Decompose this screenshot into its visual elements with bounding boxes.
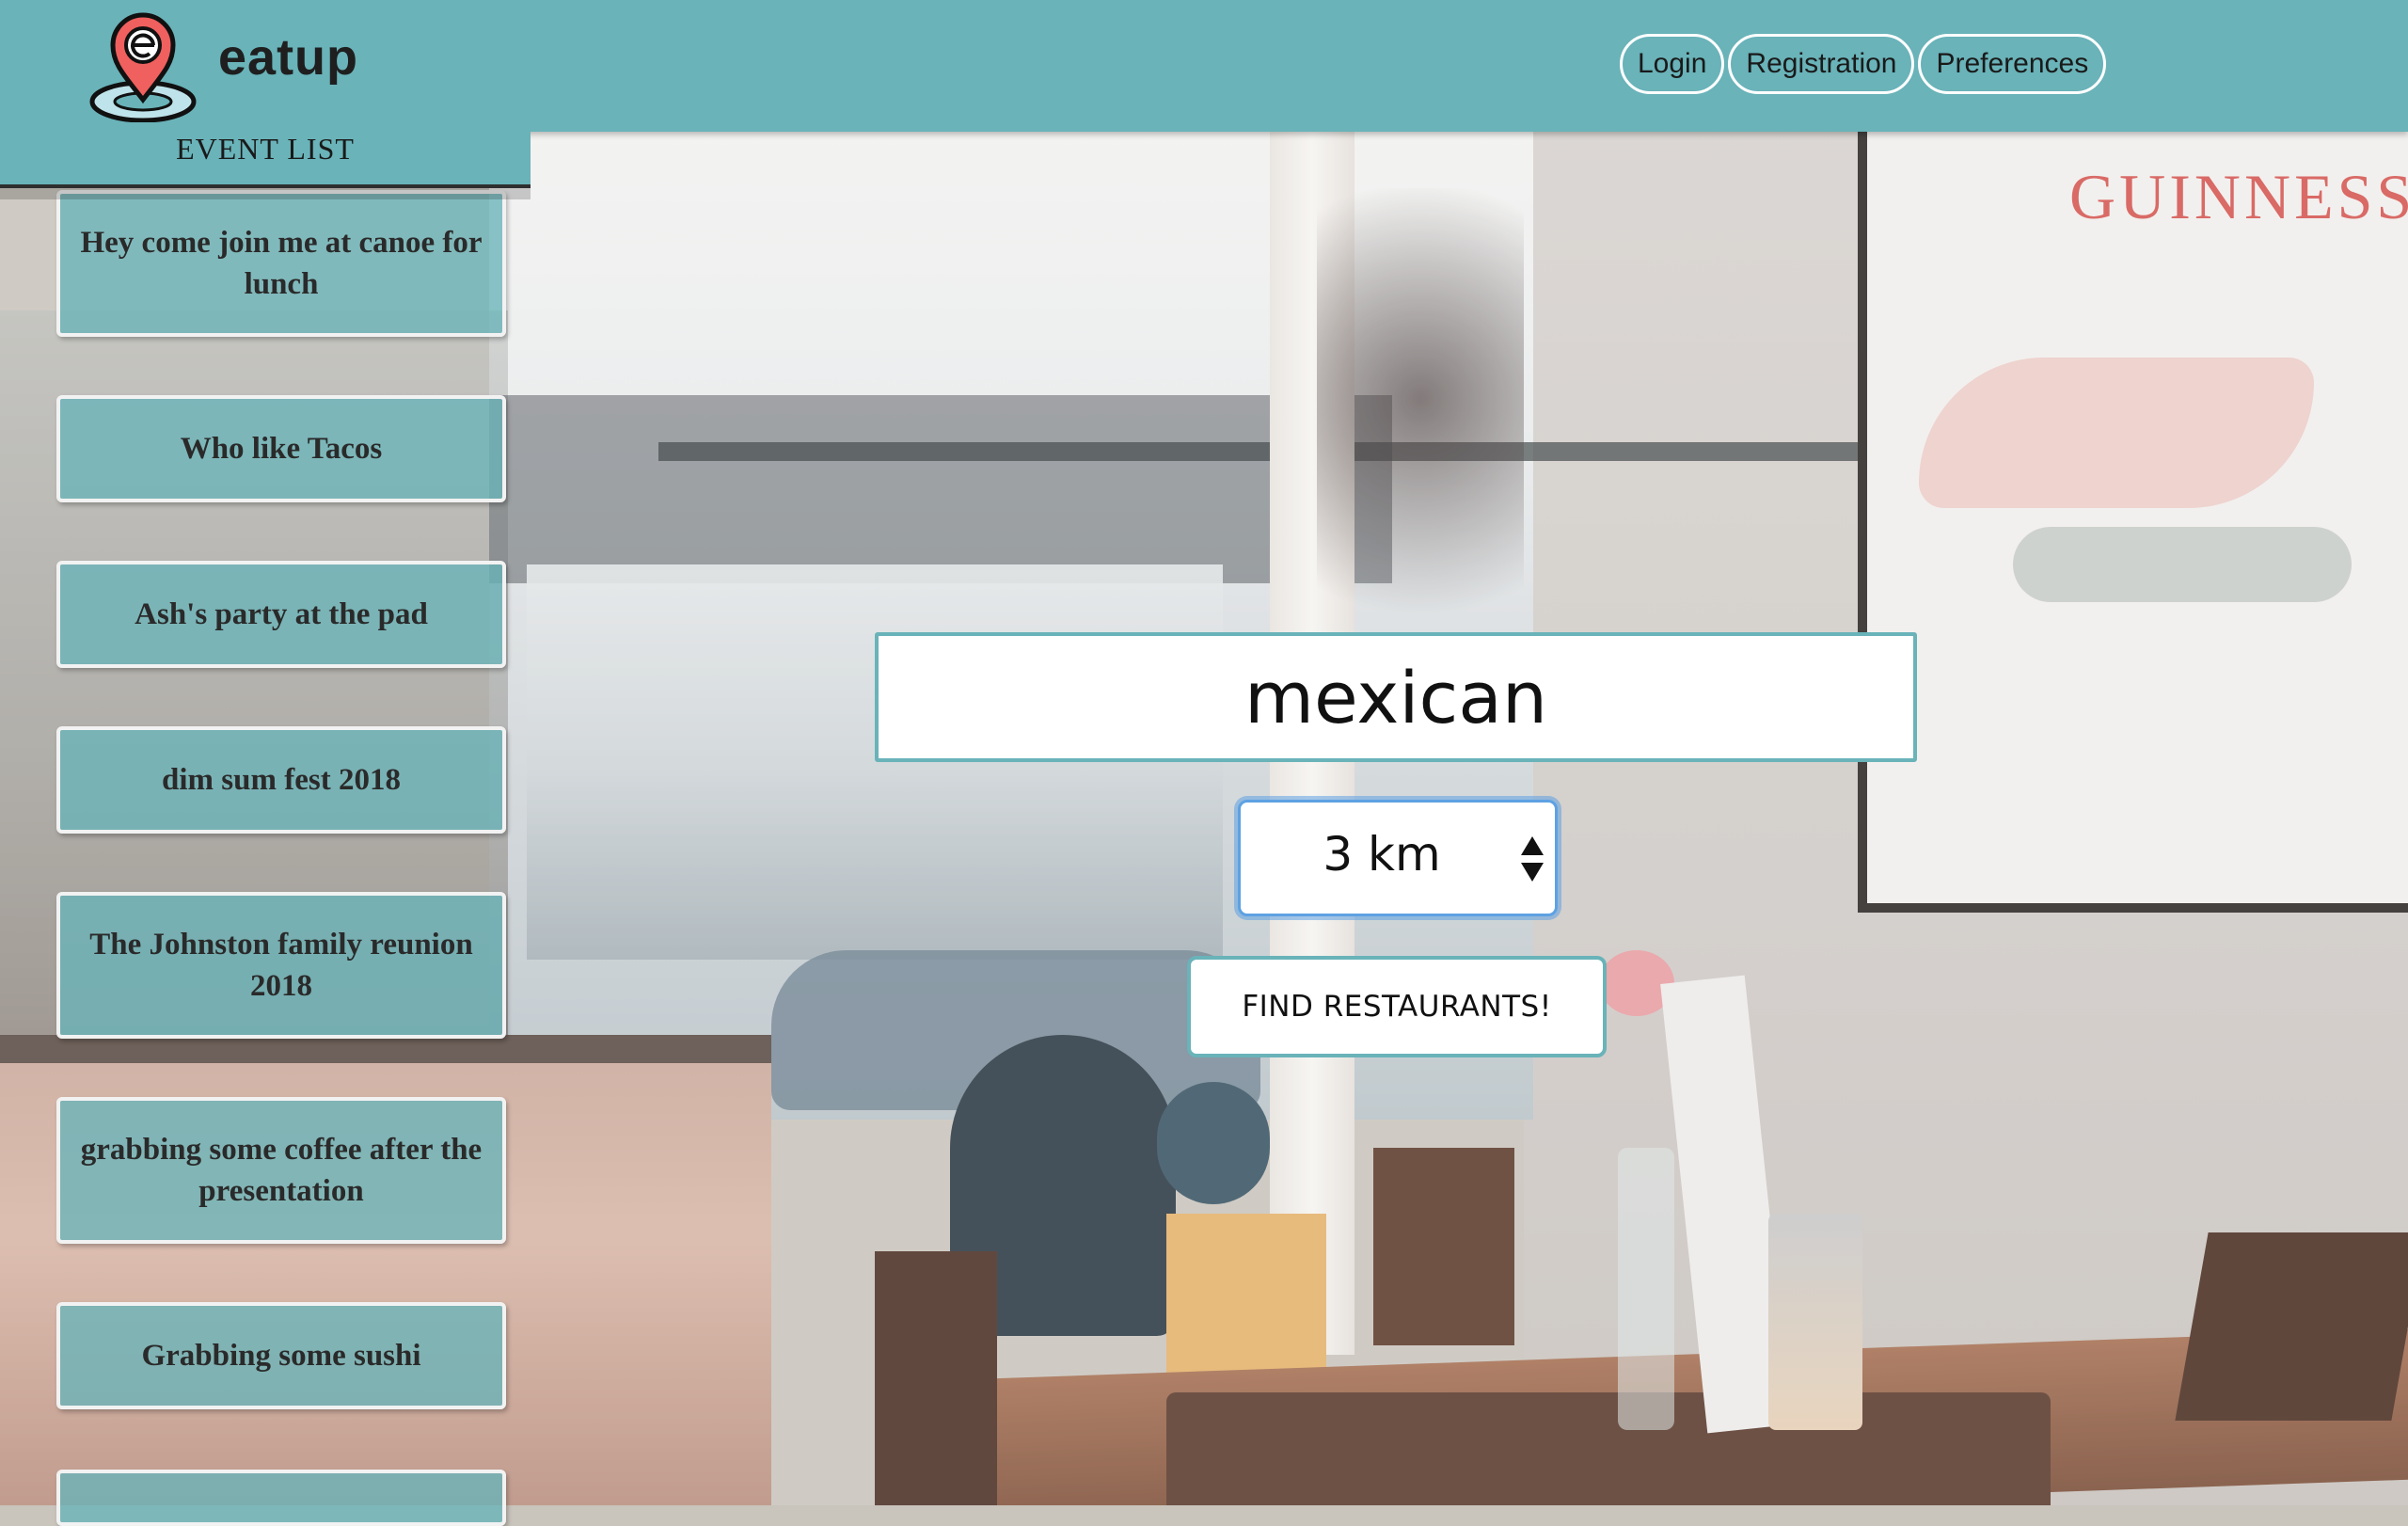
event-card[interactable]: dim sum fest 2018 bbox=[56, 726, 506, 834]
brand-name[interactable]: eatup bbox=[218, 28, 358, 87]
registration-button[interactable]: Registration bbox=[1728, 34, 1915, 94]
event-card[interactable]: The Johnston family reunion 2018 bbox=[56, 892, 506, 1039]
distance-value: 3 km bbox=[1323, 827, 1441, 882]
event-list-header: EVENT LIST bbox=[0, 128, 531, 188]
event-card[interactable]: Ash's party at the pad bbox=[56, 561, 506, 668]
event-card[interactable]: Who like Tacos bbox=[56, 395, 506, 502]
event-card[interactable]: grabbing some coffee after the presentat… bbox=[56, 1097, 506, 1244]
login-button[interactable]: Login bbox=[1620, 34, 1725, 94]
event-card[interactable]: Hey come join me at canoe for lunch bbox=[56, 190, 506, 337]
top-header: eatup Login Registration Preferences bbox=[0, 0, 2408, 132]
event-list-title: EVENT LIST bbox=[176, 132, 355, 166]
preferences-button[interactable]: Preferences bbox=[1918, 34, 2107, 94]
map-pin-logo-icon[interactable] bbox=[87, 9, 199, 122]
cuisine-search-input[interactable] bbox=[875, 632, 1917, 762]
distance-stepper[interactable]: 3 km bbox=[1238, 800, 1558, 916]
event-card[interactable]: Grabbing some sushi bbox=[56, 1302, 506, 1409]
poster-text: GUINNESS bbox=[2069, 161, 2408, 232]
top-nav: Login Registration Preferences bbox=[1620, 34, 2107, 94]
stepper-arrows-icon[interactable] bbox=[1519, 835, 1545, 883]
event-card[interactable] bbox=[56, 1470, 506, 1526]
find-restaurants-button[interactable]: FIND RESTAURANTS! bbox=[1187, 956, 1607, 1057]
